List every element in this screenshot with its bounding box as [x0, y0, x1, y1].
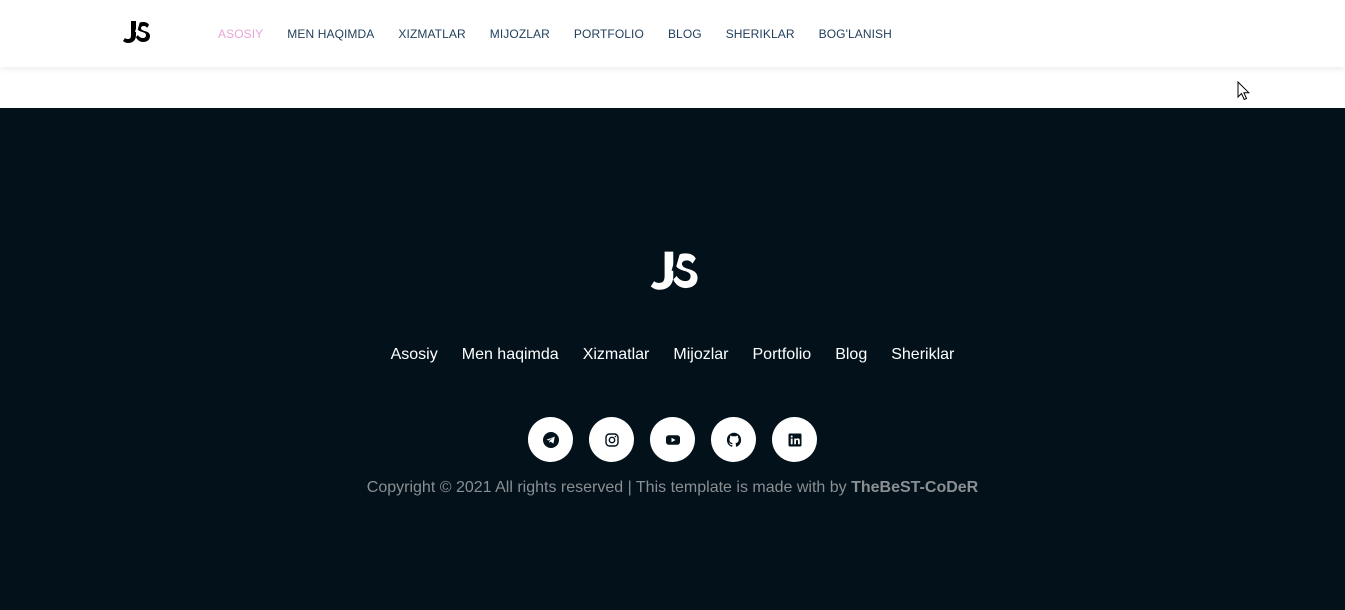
footer-link-xizmatlar[interactable]: Xizmatlar: [583, 346, 650, 364]
linkedin-button[interactable]: [772, 417, 817, 462]
copyright-label: Copyright © 2021 All rights reserved | T…: [366, 479, 852, 496]
nav-item-blog[interactable]: BLOG: [668, 27, 702, 41]
instagram-icon: [604, 432, 619, 447]
nav-item-men-haqimda[interactable]: MEN HAQIMDA: [287, 27, 374, 41]
nav-item-boglanish[interactable]: BOG'LANISH: [819, 27, 892, 41]
nav-item-mijozlar[interactable]: MIJOZLAR: [490, 27, 550, 41]
footer-link-mijozlar[interactable]: Mijozlar: [673, 346, 728, 364]
top-navbar: ASOSIY MEN HAQIMDA XIZMATLAR MIJOZLAR PO…: [0, 0, 1345, 67]
mouse-pointer-icon: [1237, 81, 1251, 101]
telegram-icon: [542, 431, 559, 448]
github-button[interactable]: [711, 417, 756, 462]
copyright-text: Copyright © 2021 All rights reserved | T…: [0, 479, 1345, 497]
linkedin-icon: [788, 433, 801, 446]
site-footer: Asosiy Men haqimda Xizmatlar Mijozlar Po…: [0, 108, 1345, 610]
footer-link-asosiy[interactable]: Asosiy: [391, 346, 438, 364]
js-logo-icon[interactable]: [648, 243, 702, 295]
nav-item-sheriklar[interactable]: SHERIKLAR: [726, 27, 795, 41]
github-icon: [726, 432, 741, 447]
youtube-button[interactable]: [650, 417, 695, 462]
youtube-icon: [665, 434, 680, 445]
footer-link-men-haqimda[interactable]: Men haqimda: [462, 346, 559, 364]
footer-link-portfolio[interactable]: Portfolio: [753, 346, 812, 364]
footer-nav: Asosiy Men haqimda Xizmatlar Mijozlar Po…: [0, 346, 1345, 364]
page-content-area: [0, 67, 1345, 108]
footer-link-blog[interactable]: Blog: [835, 346, 867, 364]
nav-item-xizmatlar[interactable]: XIZMATLAR: [398, 27, 465, 41]
social-links: [0, 417, 1345, 462]
js-logo-icon[interactable]: [122, 16, 152, 46]
copyright-author[interactable]: TheBeST-CoDeR: [851, 479, 978, 496]
telegram-button[interactable]: [528, 417, 573, 462]
main-nav: ASOSIY MEN HAQIMDA XIZMATLAR MIJOZLAR PO…: [218, 0, 916, 67]
footer-link-sheriklar[interactable]: Sheriklar: [891, 346, 954, 364]
nav-item-portfolio[interactable]: PORTFOLIO: [574, 27, 644, 41]
instagram-button[interactable]: [589, 417, 634, 462]
nav-item-asosiy[interactable]: ASOSIY: [218, 27, 263, 41]
